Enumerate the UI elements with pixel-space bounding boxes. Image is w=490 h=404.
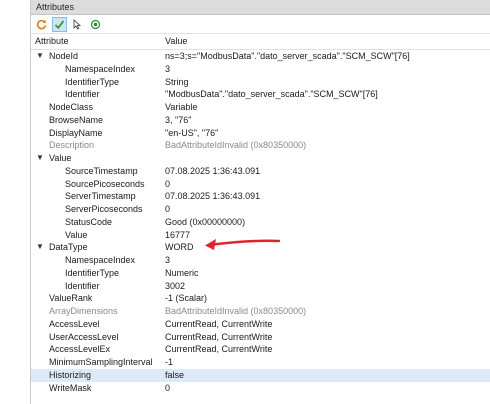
tree-row[interactable]: IdentifierType Numeric [31,267,490,280]
attribute-name: SourcePicoseconds [65,178,145,189]
expand-toggle-icon[interactable]: ▼ [35,152,45,165]
tree-row[interactable]: UserAccessLevel CurrentRead, CurrentWrite [31,331,490,344]
attribute-value: Good (0x00000000) [165,216,246,227]
attribute-value: "en-US", "76" [165,127,219,138]
attribute-value: CurrentRead, CurrentWrite [165,344,273,355]
attribute-name: MinimumSamplingInterval [49,357,153,367]
attribute-name: WriteMask [49,382,92,393]
attribute-value: 0 [165,204,171,214]
attribute-name: ValueRank [49,293,93,304]
attribute-name: Identifier [65,89,100,100]
attribute-name: AccessLevel [49,318,100,329]
tree-row[interactable]: AccessLevelEx CurrentRead, CurrentWrite [31,343,490,356]
attribute-name: Value [65,229,88,240]
attribute-name: NamespaceIndex [65,63,136,74]
tree-row[interactable]: ▼ Value [31,152,490,165]
radio-target-icon [90,19,101,29]
attribute-name: UserAccessLevel [49,331,119,342]
attribute-value: -1 (Scalar) [165,293,208,304]
attribute-column-header[interactable]: Attribute [35,34,69,49]
attribute-name: ArrayDimensions [49,306,118,316]
target-button[interactable] [88,17,103,32]
checkmark-icon [54,19,65,29]
tree-row[interactable]: Description BadAttributeIdInvalid (0x8035… [31,139,490,152]
attribute-value: 3002 [165,280,186,291]
tree-row[interactable]: Identifier 3002 [31,280,490,293]
tree-row[interactable]: ServerPicoseconds 0 [31,203,490,216]
attribute-name: NodeId [49,51,79,61]
cursor-icon [73,18,82,30]
attribute-value: 3, "76" [165,114,192,125]
tree-row[interactable]: ▼ NodeId ns=3;s="ModbusData"."dato_server_… [31,50,490,63]
tree-row[interactable]: SourcePicoseconds 0 [31,178,490,191]
tree-row[interactable]: AccessLevel CurrentRead, CurrentWrite [31,318,490,331]
attribute-name: BrowseName [49,114,104,125]
attribute-name: DataType [49,242,88,253]
attribute-value: 0 [165,382,171,393]
panel-title: Attributes [31,0,490,15]
attribute-value: Variable [165,102,198,112]
attribute-value: Numeric [165,267,199,278]
attribute-value: 07.08.2025 1:36:43.091 [165,165,261,176]
attribute-name: IdentifierType [65,76,120,87]
annotation-arrow [205,239,281,250]
attribute-value: "ModbusData"."dato_server_scada"."SCM_SC… [165,89,378,100]
value-column-header[interactable]: Value [165,34,187,49]
expand-toggle-icon[interactable]: ▼ [35,50,45,63]
tree-row[interactable]: NamespaceIndex 3 [31,63,490,76]
attribute-name: Identifier [65,280,100,291]
attribute-name: ServerTimestamp [65,191,136,202]
tree-row[interactable]: NodeClass Variable [31,101,490,114]
tree-row[interactable]: ServerTimestamp 07.08.2025 1:36:43.091 [31,190,490,203]
tree-row[interactable]: ValueRank -1 (Scalar) [31,292,490,305]
tree-row[interactable]: NamespaceIndex 3 [31,254,490,267]
tree-row[interactable]: SourceTimestamp 07.08.2025 1:36:43.091 [31,165,490,178]
attribute-value: 0 [165,178,171,189]
attribute-name: NodeClass [49,102,94,112]
validate-button[interactable] [52,16,67,32]
column-header: Attribute Value [31,34,490,50]
attribute-name: SourceTimestamp [65,165,138,176]
refresh-button[interactable] [34,17,49,32]
attribute-value: 3 [165,255,171,265]
attribute-value: ns=3;s="ModbusData"."dato_server_scada".… [165,51,410,61]
tree-row[interactable]: DisplayName "en-US", "76" [31,127,490,140]
attribute-name: DisplayName [49,127,103,138]
toolbar [31,15,490,34]
attribute-name: IdentifierType [65,267,120,278]
attribute-value: false [165,369,185,380]
tree-row[interactable]: MinimumSamplingInterval -1 [31,356,490,369]
attributes-panel: Attributes Attribute Value ▼ NodeId ns=3… [30,0,490,404]
attribute-value: String [165,76,189,87]
tree-row[interactable]: ArrayDimensions BadAttributeIdInvalid (0x… [31,305,490,318]
tree-row[interactable]: IdentifierType String [31,76,490,89]
tree-row[interactable]: WriteMask 0 [31,382,490,395]
refresh-icon [36,19,47,29]
tree-row[interactable]: Identifier "ModbusData"."dato_server_scad… [31,88,490,101]
attribute-value: -1 [165,357,174,367]
attribute-name: Description [49,140,95,151]
attribute-name: ServerPicoseconds [65,204,143,214]
attribute-name: Value [49,153,72,163]
attribute-name: AccessLevelEx [49,344,111,355]
attribute-value: 07.08.2025 1:36:43.091 [165,191,261,202]
attribute-value: CurrentRead, CurrentWrite [165,318,273,329]
expand-toggle-icon[interactable]: ▼ [35,241,45,254]
attribute-value: 3 [165,63,171,74]
attribute-tree: ▼ NodeId ns=3;s="ModbusData"."dato_server_… [31,50,490,394]
tree-row[interactable]: StatusCode Good (0x00000000) [31,216,490,229]
select-node-button[interactable] [70,17,85,32]
attribute-name: Historizing [49,369,92,380]
attribute-name: StatusCode [65,216,113,227]
attribute-name: NamespaceIndex [65,255,136,265]
attribute-value: BadAttributeIdInvalid (0x80350000) [165,140,307,151]
tree-row[interactable]: BrowseName 3, "76" [31,114,490,127]
attribute-value: CurrentRead, CurrentWrite [165,331,273,342]
attribute-value: BadAttributeIdInvalid (0x80350000) [165,306,307,316]
tree-row[interactable]: Historizing false [31,368,490,382]
